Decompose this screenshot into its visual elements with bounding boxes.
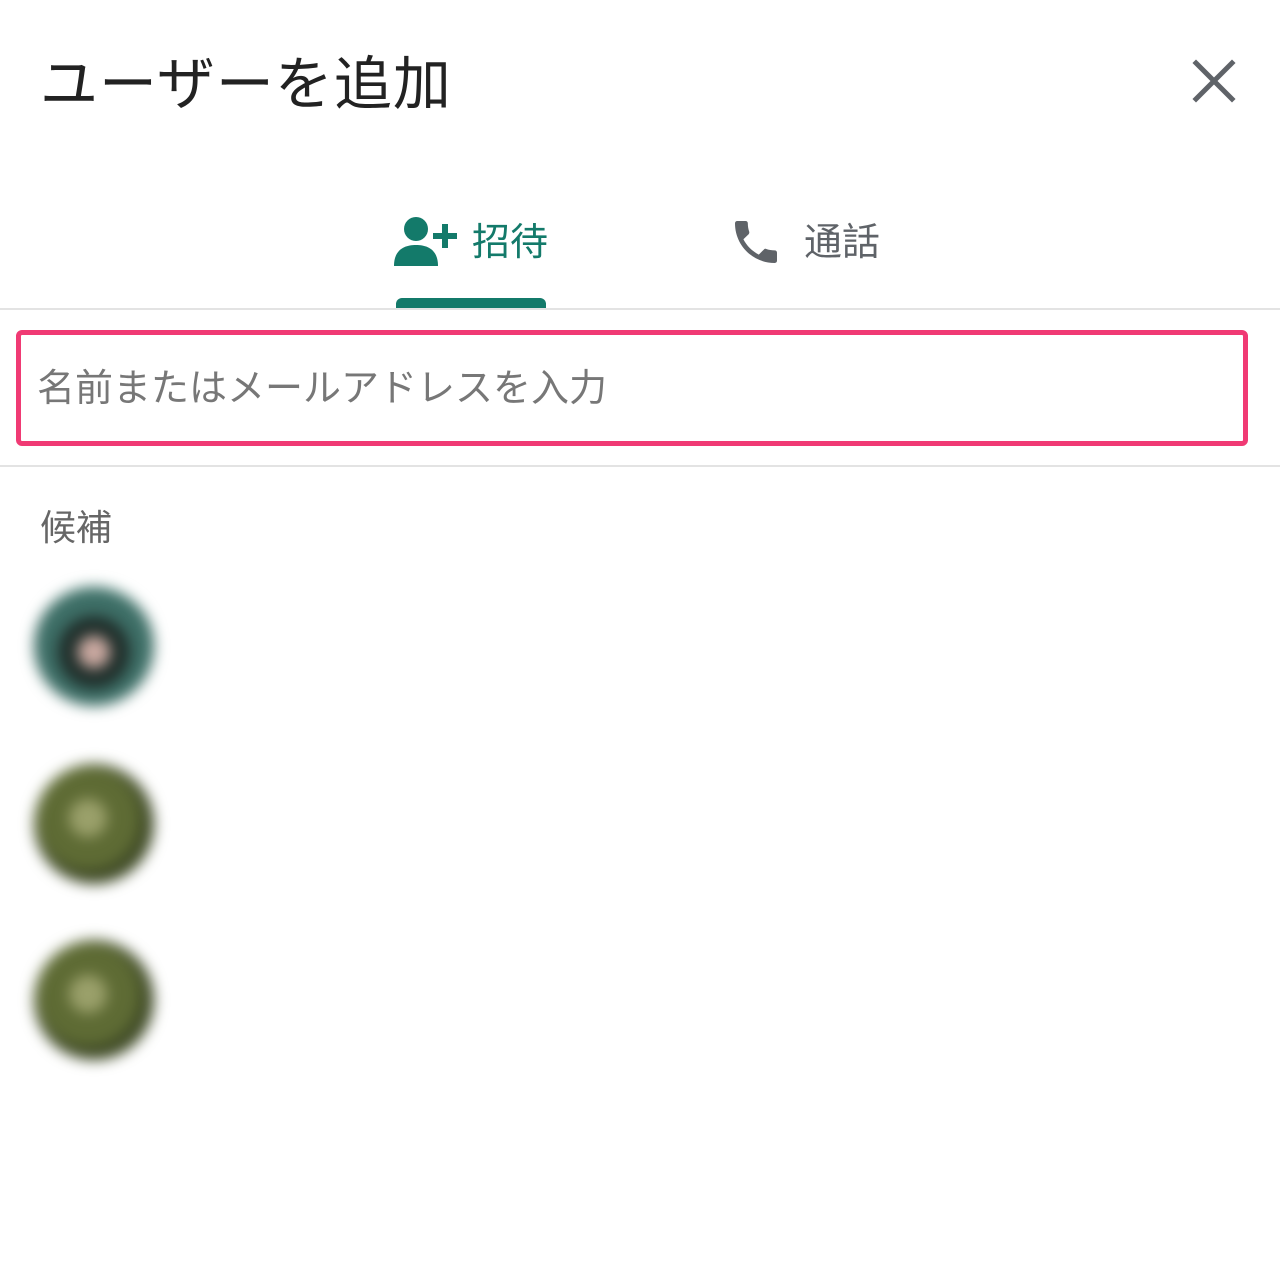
tab-bar: 招待 通話 [0,190,1280,310]
tab-invite[interactable]: 招待 [382,190,558,308]
search-input[interactable] [37,353,1217,423]
divider [0,308,1280,310]
suggestion-item[interactable] [0,764,1280,934]
tab-call-label: 通話 [804,220,881,264]
divider [0,465,1280,467]
avatar [34,586,154,706]
close-button[interactable] [1178,45,1250,117]
phone-icon [728,214,784,274]
person-add-icon [392,214,458,274]
close-icon [1178,45,1250,117]
active-tab-indicator [396,298,546,308]
tab-invite-label: 招待 [472,220,549,264]
suggestions-label: 候補 [40,508,113,549]
dialog-title: ユーザーを追加 [40,50,452,118]
add-user-dialog: ユーザーを追加 招待 通話 名前またはメールアドレスを入力 候補 [0,0,1280,1272]
avatar [34,940,154,1060]
search-box-highlight [16,330,1248,446]
avatar [34,764,154,884]
suggestion-item[interactable] [0,940,1280,1110]
tab-call[interactable]: 通話 [718,190,894,308]
suggestion-item[interactable] [0,586,1280,756]
